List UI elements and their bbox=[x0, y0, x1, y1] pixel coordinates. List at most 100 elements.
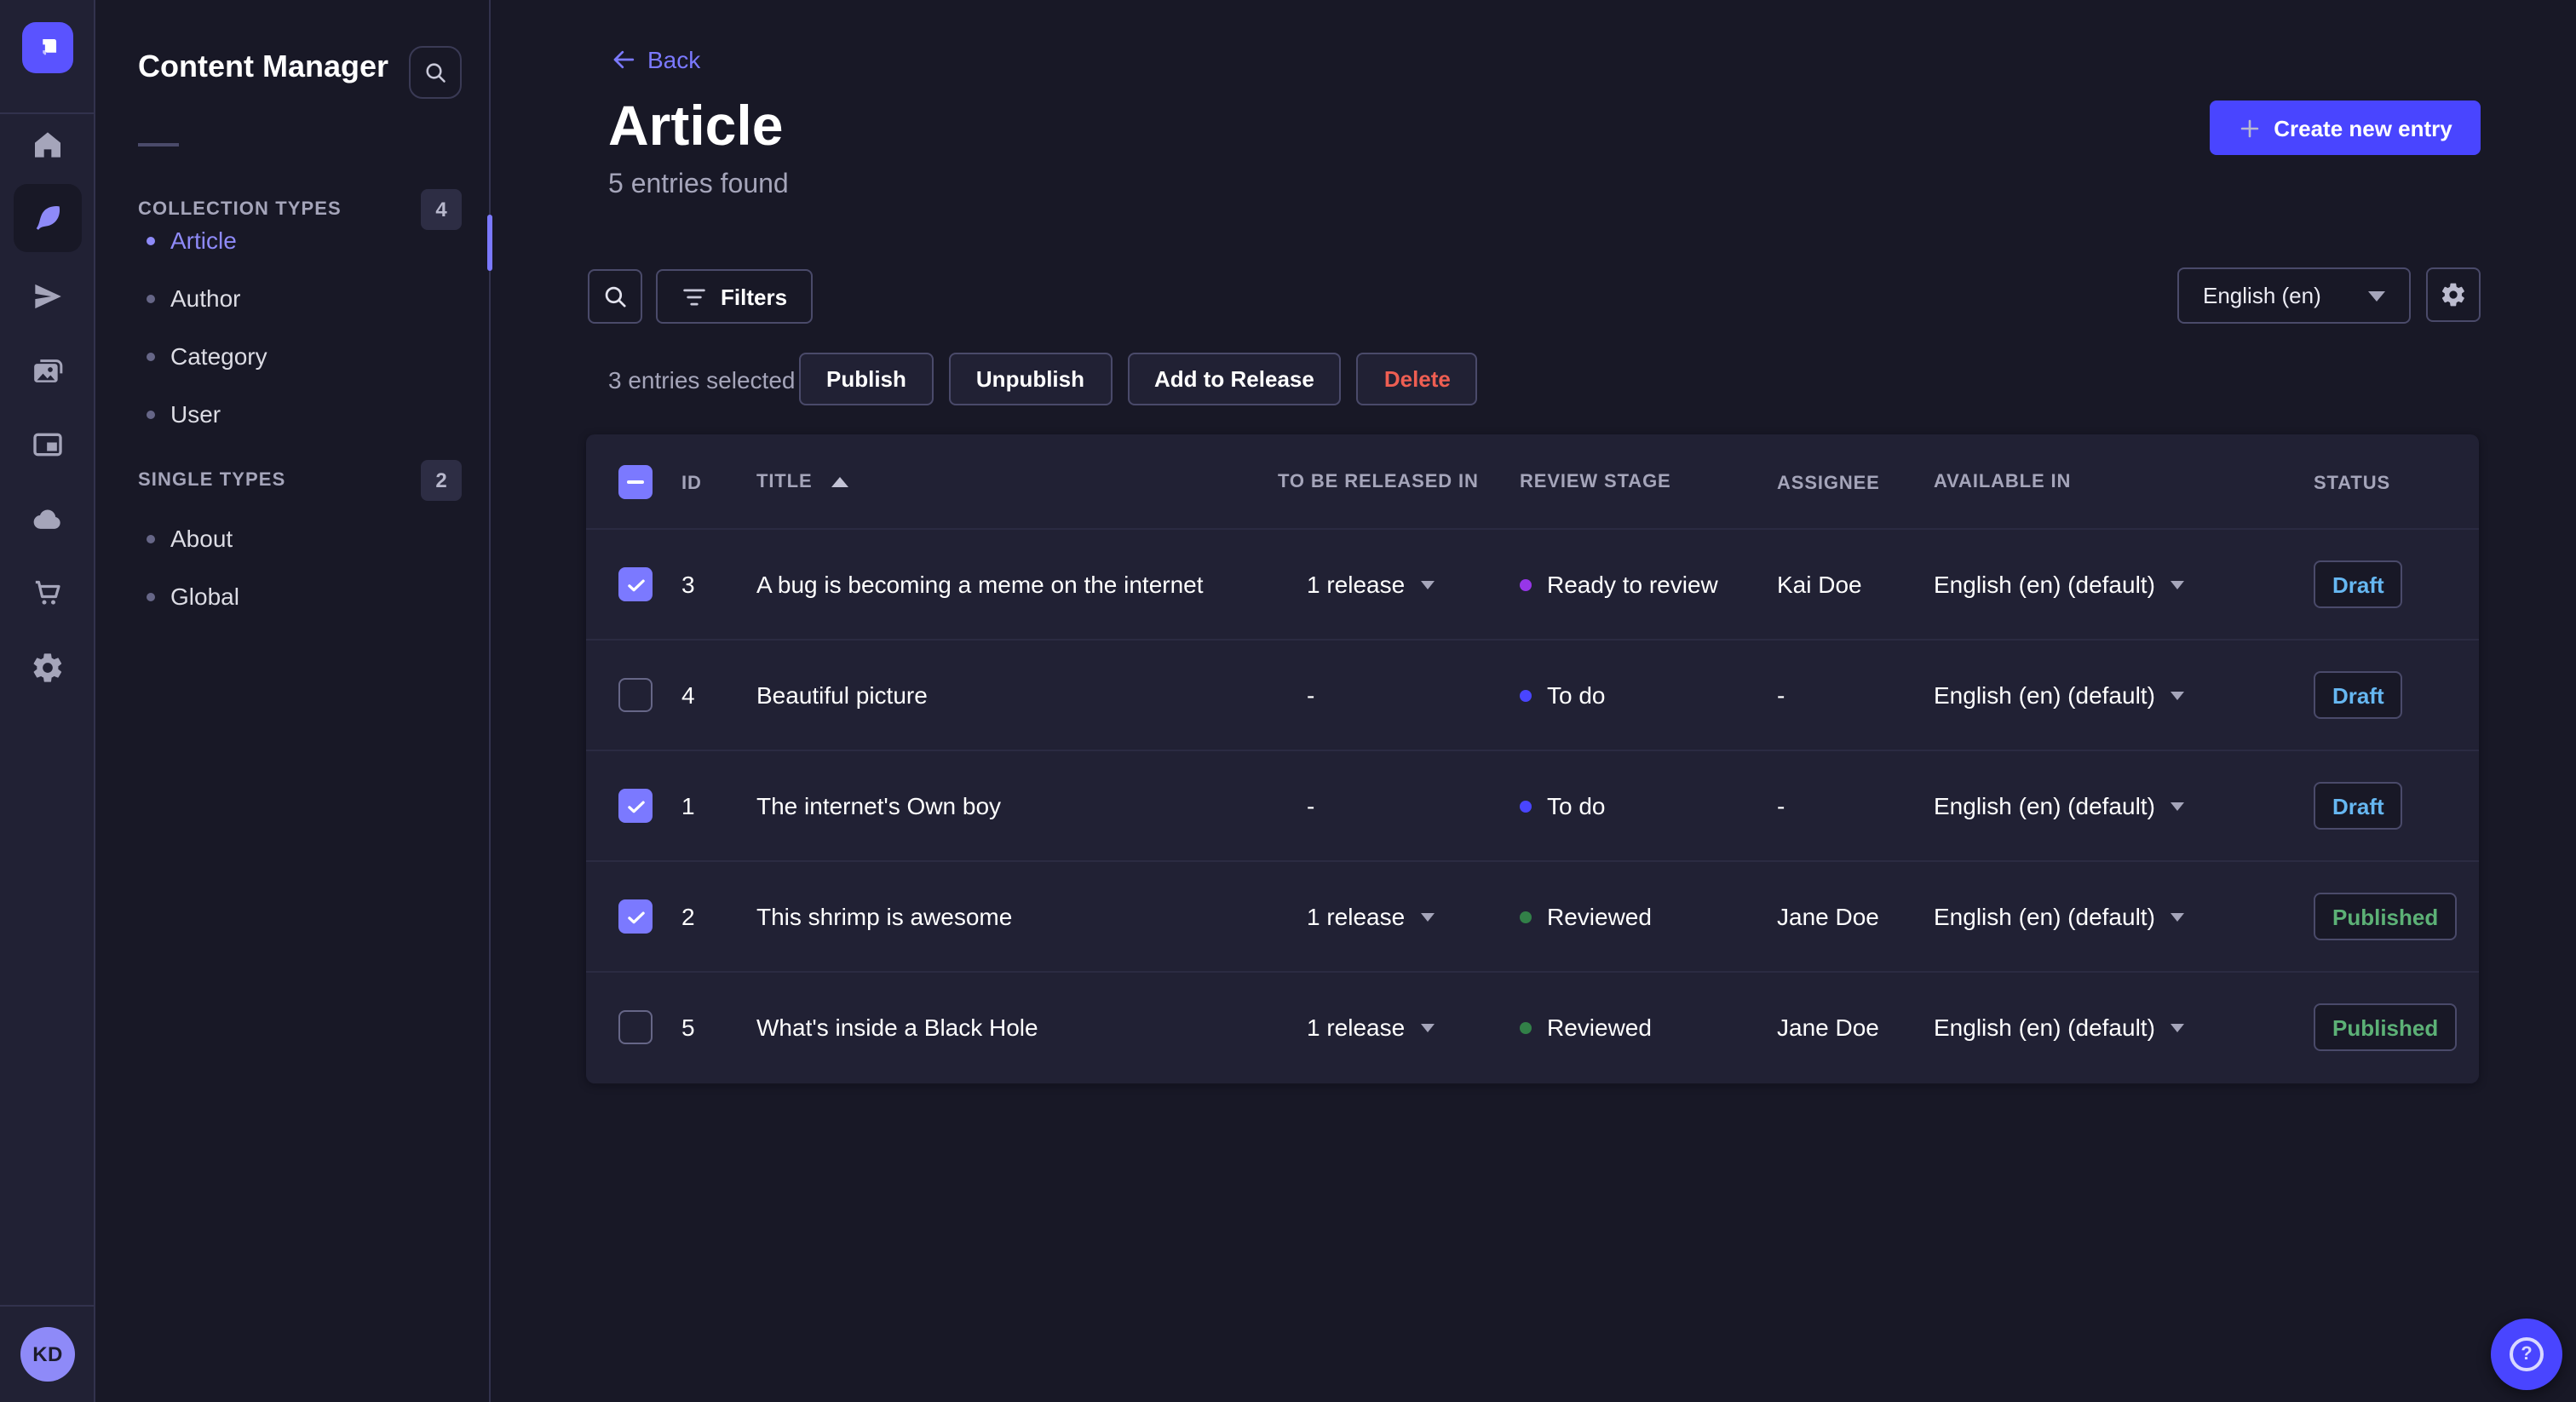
released-in-value: 1 release bbox=[1307, 1014, 1406, 1041]
subnav: Content Manager COLLECTION TYPES 4 Artic… bbox=[97, 0, 492, 1402]
strapi-logo[interactable] bbox=[22, 22, 73, 73]
row-checkbox[interactable] bbox=[618, 567, 653, 601]
cell-available-in[interactable]: English (en) (default) bbox=[1934, 1014, 2314, 1041]
cell-id: 3 bbox=[681, 571, 695, 598]
nav-content-manager[interactable] bbox=[14, 184, 82, 252]
cell-assignee: Kai Doe bbox=[1777, 571, 1862, 598]
sidebar-content-type-item[interactable]: About bbox=[97, 509, 491, 567]
cell-available-in[interactable]: English (en) (default) bbox=[1934, 792, 2314, 819]
publish-button[interactable]: Publish bbox=[799, 353, 934, 405]
header-status[interactable]: STATUS bbox=[2314, 473, 2390, 493]
subnav-search-button[interactable] bbox=[409, 46, 462, 99]
nav-settings[interactable] bbox=[14, 634, 82, 702]
row-checkbox[interactable] bbox=[618, 1010, 653, 1044]
table-row[interactable]: 3 A bug is becoming a meme on the intern… bbox=[586, 528, 2479, 639]
stage-dot-icon bbox=[1520, 578, 1532, 590]
bullet-icon bbox=[147, 534, 155, 543]
cell-released-in[interactable]: 1 release bbox=[1278, 903, 1520, 930]
table-row[interactable]: 2 This shrimp is awesome 1 release Revie… bbox=[586, 860, 2479, 971]
cell-released-in[interactable]: 1 release bbox=[1278, 1014, 1520, 1041]
header-available-in[interactable]: AVAILABLE IN bbox=[1934, 471, 2071, 491]
check-icon bbox=[627, 911, 644, 923]
chevron-down-icon bbox=[2170, 912, 2184, 921]
released-in-value: 1 release bbox=[1307, 571, 1406, 598]
sidebar-item-label: About bbox=[170, 525, 233, 552]
locale-select[interactable]: English (en) bbox=[2177, 267, 2411, 324]
delete-button[interactable]: Delete bbox=[1356, 353, 1478, 405]
header-review-stage[interactable]: REVIEW STAGE bbox=[1520, 471, 1671, 491]
cell-review-stage: Reviewed bbox=[1520, 1014, 1777, 1041]
cell-id: 5 bbox=[681, 1014, 695, 1041]
header-id[interactable]: ID bbox=[681, 473, 702, 493]
row-checkbox[interactable] bbox=[618, 678, 653, 712]
search-button[interactable] bbox=[588, 269, 642, 324]
cell-title: A bug is becoming a meme on the internet bbox=[756, 571, 1204, 598]
filters-button[interactable]: Filters bbox=[656, 269, 814, 324]
select-all-checkbox[interactable] bbox=[618, 464, 653, 498]
sidebar-content-type-item[interactable]: Global bbox=[97, 567, 491, 625]
sidebar-content-type-item[interactable]: Author bbox=[97, 269, 491, 327]
header-assignee[interactable]: ASSIGNEE bbox=[1777, 473, 1880, 493]
cell-available-in[interactable]: English (en) (default) bbox=[1934, 681, 2314, 709]
bullet-icon bbox=[147, 352, 155, 360]
main-content: Back Article 5 entries found Create new … bbox=[492, 0, 2576, 1402]
cell-title: This shrimp is awesome bbox=[756, 903, 1013, 930]
nav-home[interactable] bbox=[14, 111, 82, 179]
row-checkbox[interactable] bbox=[618, 899, 653, 934]
user-avatar[interactable]: KD bbox=[20, 1327, 75, 1382]
filter-icon bbox=[683, 288, 705, 305]
bulk-actions: Publish Unpublish Add to Release Delete bbox=[799, 353, 1478, 405]
view-settings-button[interactable] bbox=[2426, 267, 2481, 322]
table-row[interactable]: 5 What's inside a Black Hole 1 release R… bbox=[586, 971, 2479, 1082]
search-icon bbox=[605, 286, 626, 307]
cell-available-in[interactable]: English (en) (default) bbox=[1934, 903, 2314, 930]
review-stage-value: Ready to review bbox=[1547, 571, 1718, 598]
stage-dot-icon bbox=[1520, 1021, 1532, 1033]
nav-rail: KD bbox=[0, 0, 95, 1402]
search-icon bbox=[426, 63, 446, 83]
nav-releases[interactable] bbox=[14, 262, 82, 330]
entries-count: 5 entries found bbox=[608, 170, 789, 199]
create-new-entry-button[interactable]: Create new entry bbox=[2210, 101, 2481, 155]
sidebar-content-type-item[interactable]: Category bbox=[97, 327, 491, 385]
table-row[interactable]: 1 The internet's Own boy - To do - Engli… bbox=[586, 750, 2479, 860]
chevron-down-icon bbox=[1420, 912, 1435, 921]
active-item-indicator bbox=[487, 215, 492, 271]
status-badge: Draft bbox=[2314, 782, 2403, 830]
released-in-value: - bbox=[1307, 681, 1315, 709]
sort-asc-icon[interactable] bbox=[831, 476, 848, 486]
cell-assignee: - bbox=[1777, 792, 1785, 819]
nav-content-type-builder[interactable] bbox=[14, 411, 82, 479]
locale-value: English (en) bbox=[2203, 283, 2321, 308]
nav-media-library[interactable] bbox=[14, 339, 82, 407]
nav-deploy-cloud[interactable] bbox=[14, 486, 82, 554]
header-released[interactable]: TO BE RELEASED IN bbox=[1278, 471, 1479, 491]
cell-review-stage: To do bbox=[1520, 792, 1777, 819]
check-icon bbox=[627, 578, 644, 591]
chevron-down-icon bbox=[1420, 580, 1435, 589]
bullet-icon bbox=[147, 592, 155, 600]
available-in-value: English (en) (default) bbox=[1934, 792, 2155, 819]
back-link[interactable]: Back bbox=[608, 46, 700, 73]
status-badge: Published bbox=[2314, 1003, 2458, 1051]
sidebar-content-type-item[interactable]: User bbox=[97, 385, 491, 443]
add-to-release-button[interactable]: Add to Release bbox=[1127, 353, 1342, 405]
unpublish-button[interactable]: Unpublish bbox=[948, 353, 1112, 405]
filters-label: Filters bbox=[721, 284, 788, 309]
row-checkbox[interactable] bbox=[618, 789, 653, 823]
cell-review-stage: Reviewed bbox=[1520, 903, 1777, 930]
chevron-down-icon bbox=[2170, 580, 2184, 589]
cell-released-in[interactable]: - bbox=[1278, 792, 1520, 819]
status-badge: Published bbox=[2314, 893, 2458, 940]
nav-marketplace[interactable] bbox=[14, 559, 82, 627]
cell-review-stage: To do bbox=[1520, 681, 1777, 709]
table-row[interactable]: 4 Beautiful picture - To do - English (e… bbox=[586, 639, 2479, 750]
cell-available-in[interactable]: English (en) (default) bbox=[1934, 571, 2314, 598]
cell-released-in[interactable]: 1 release bbox=[1278, 571, 1520, 598]
help-button[interactable]: ? bbox=[2491, 1319, 2562, 1390]
sidebar-item-label: Global bbox=[170, 583, 239, 610]
sidebar-content-type-item[interactable]: Article bbox=[97, 211, 491, 269]
header-title[interactable]: TITLE bbox=[756, 471, 813, 491]
cell-released-in[interactable]: - bbox=[1278, 681, 1520, 709]
chevron-down-icon bbox=[2368, 290, 2385, 301]
